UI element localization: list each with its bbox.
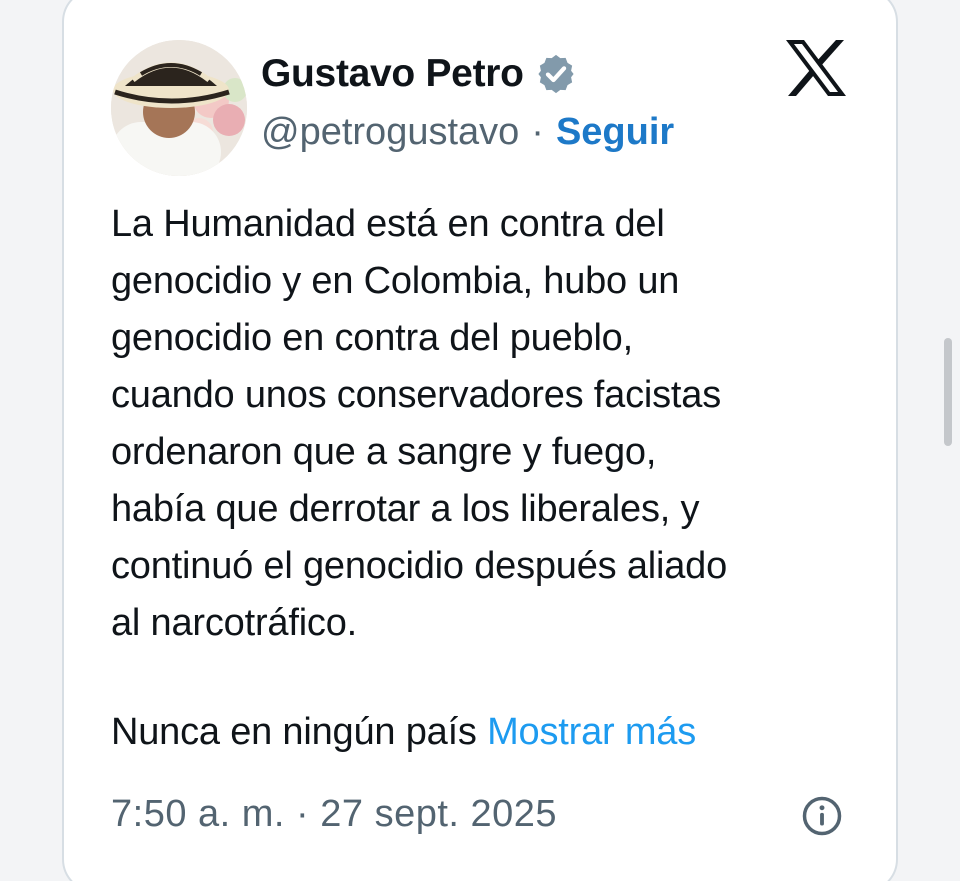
separator-dot: · [531, 110, 544, 153]
show-more-link[interactable]: Mostrar más [487, 711, 696, 753]
x-logo-icon[interactable] [784, 38, 848, 98]
verified-badge-icon [538, 54, 574, 94]
tweet-card: Gustavo Petro @petrogustavo · Seguir La … [62, 0, 898, 881]
tweet-text: La Humanidad está en contra del genocidi… [111, 203, 728, 644]
tweet-timestamp[interactable]: 7:50 a. m. · 27 sept. 2025 [111, 788, 557, 840]
avatar-photo [111, 40, 247, 176]
follow-button[interactable]: Seguir [556, 111, 674, 154]
author-name-row: Gustavo Petro [261, 48, 578, 100]
info-icon[interactable] [801, 795, 843, 837]
author-display-name[interactable]: Gustavo Petro [261, 52, 524, 96]
tweet-text-continued: Nunca en ningún país [111, 711, 477, 753]
tweet-text-continued-row: Nunca en ningún país Mostrar más [111, 704, 696, 761]
author-handle-row: @petrogustavo · Seguir [261, 108, 674, 156]
author-handle[interactable]: @petrogustavo [261, 111, 519, 154]
avatar[interactable] [111, 40, 247, 176]
scrollbar[interactable] [944, 338, 952, 446]
